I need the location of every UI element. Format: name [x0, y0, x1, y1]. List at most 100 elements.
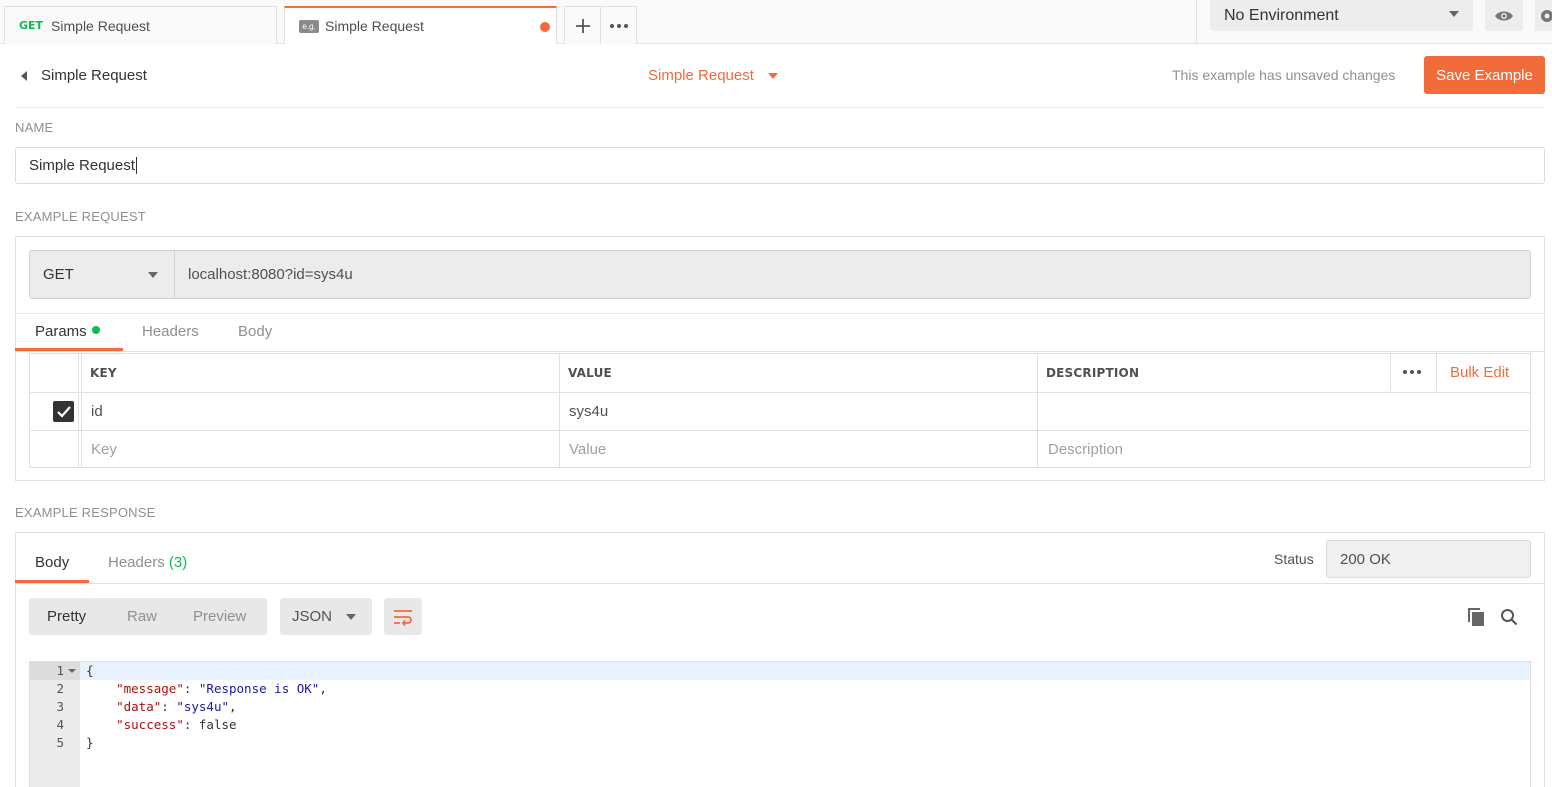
language-select[interactable]: JSON — [280, 598, 372, 635]
table-divider — [559, 354, 560, 468]
active-line-highlight — [80, 662, 1530, 680]
column-header-key: KEY — [90, 366, 117, 380]
column-header-value: VALUE — [568, 366, 612, 380]
table-divider — [30, 392, 1530, 393]
param-key-cell[interactable]: id — [91, 403, 103, 420]
method-label: GET — [43, 266, 74, 283]
code-token: { — [86, 663, 94, 678]
json-key: "data" — [116, 699, 162, 714]
code-line: } — [86, 735, 94, 750]
new-tab-button[interactable] — [564, 6, 601, 44]
tab-params[interactable]: Params — [35, 323, 100, 340]
environment-settings-button[interactable] — [1535, 0, 1552, 31]
save-example-button[interactable]: Save Example — [1424, 56, 1545, 94]
example-response-label: EXAMPLE RESPONSE — [15, 505, 156, 520]
column-header-description: DESCRIPTION — [1046, 366, 1140, 380]
divider — [15, 313, 1545, 314]
example-title-dropdown[interactable]: Simple Request — [648, 67, 754, 84]
new-param-key-input[interactable]: Key — [91, 441, 117, 458]
table-divider — [1037, 354, 1038, 468]
new-param-value-input[interactable]: Value — [569, 441, 606, 458]
bulk-edit-link[interactable]: Bulk Edit — [1450, 364, 1509, 381]
table-divider — [1436, 354, 1437, 391]
text-cursor — [135, 157, 137, 174]
back-to-request-link[interactable]: Simple Request — [41, 67, 147, 84]
code-line: "success": false — [116, 717, 237, 732]
line-number: 2 — [56, 681, 64, 696]
status-input[interactable]: 200 OK — [1326, 540, 1531, 578]
format-pretty-button[interactable]: Pretty — [47, 608, 86, 625]
line-number: 5 — [56, 735, 64, 750]
table-divider — [81, 354, 82, 468]
unsaved-dot-icon — [540, 22, 550, 32]
example-badge-icon: e.g. — [299, 19, 319, 33]
param-enabled-checkbox[interactable] — [53, 401, 74, 422]
example-name-input[interactable]: Simple Request — [15, 147, 1545, 184]
plus-icon — [575, 18, 590, 33]
language-label: JSON — [292, 608, 333, 625]
chevron-down-icon[interactable] — [768, 73, 778, 79]
copy-icon — [1468, 608, 1484, 626]
params-active-dot-icon — [91, 326, 100, 335]
chevron-down-icon — [346, 614, 356, 620]
format-preview-button[interactable]: Preview — [193, 608, 246, 625]
line-number: 4 — [56, 717, 64, 732]
json-value: "sys4u" — [176, 699, 230, 714]
fold-caret-icon[interactable] — [68, 669, 76, 673]
environment-select[interactable]: No Environment — [1210, 0, 1473, 31]
tab-response-body[interactable]: Body — [35, 554, 69, 571]
tab-response-headers-label: Headers — [108, 554, 165, 571]
table-options-button[interactable] — [1402, 362, 1422, 378]
tab-headers[interactable]: Headers — [142, 323, 199, 340]
chevron-down-icon — [1449, 11, 1459, 17]
example-request-label: EXAMPLE REQUEST — [15, 209, 146, 224]
code-line: { — [86, 663, 94, 678]
divider — [15, 351, 1545, 352]
wrap-lines-button[interactable] — [384, 598, 422, 635]
tab-label: Simple Request — [325, 18, 424, 34]
json-key: "success" — [116, 717, 184, 732]
example-name-value: Simple Request — [29, 157, 135, 174]
environment-label: No Environment — [1224, 6, 1339, 24]
format-raw-button[interactable]: Raw — [127, 608, 157, 625]
search-icon — [1501, 609, 1518, 626]
tab-more-button[interactable] — [600, 6, 637, 44]
tab-method-badge: GET — [19, 19, 44, 32]
eye-icon — [1495, 11, 1513, 20]
gear-icon — [1541, 9, 1552, 22]
back-arrow-icon[interactable] — [21, 71, 27, 81]
tab-get-simple-request[interactable]: GET Simple Request — [4, 6, 277, 44]
status-label: Status — [1274, 551, 1314, 567]
tab-example-simple-request[interactable]: e.g. Simple Request — [284, 6, 557, 44]
search-response-button[interactable] — [1498, 606, 1520, 628]
url-input[interactable]: localhost:8080?id=sys4u — [188, 266, 353, 283]
table-divider — [1390, 354, 1391, 391]
code-line: "message": "Response is OK", — [116, 681, 327, 696]
param-value-cell[interactable]: sys4u — [569, 403, 608, 420]
new-param-description-input[interactable]: Description — [1048, 441, 1123, 458]
tab-params-label: Params — [35, 323, 87, 340]
divider — [15, 107, 1545, 108]
method-select[interactable]: GET — [29, 250, 175, 299]
copy-response-button[interactable] — [1465, 606, 1487, 628]
json-value: "Response is OK" — [198, 681, 320, 696]
tab-body[interactable]: Body — [238, 323, 272, 340]
more-icon — [609, 23, 628, 28]
headers-count-badge: (3) — [168, 554, 188, 571]
line-number: 3 — [56, 699, 64, 714]
checkmark-icon — [56, 405, 71, 418]
status-value: 200 OK — [1340, 550, 1391, 568]
chevron-down-icon — [148, 272, 158, 278]
json-value: false — [198, 717, 237, 732]
table-divider — [78, 354, 79, 468]
environment-quick-look-button[interactable] — [1485, 0, 1523, 31]
more-icon — [1403, 370, 1421, 374]
params-table — [29, 353, 1531, 468]
table-divider — [30, 430, 1530, 431]
name-section-label: NAME — [15, 120, 54, 135]
tab-response-headers[interactable]: Headers (3) — [108, 554, 187, 571]
unsaved-changes-text: This example has unsaved changes — [1172, 67, 1396, 83]
wrap-lines-icon — [394, 609, 412, 626]
divider — [1196, 0, 1197, 44]
tab-label: Simple Request — [51, 17, 150, 34]
